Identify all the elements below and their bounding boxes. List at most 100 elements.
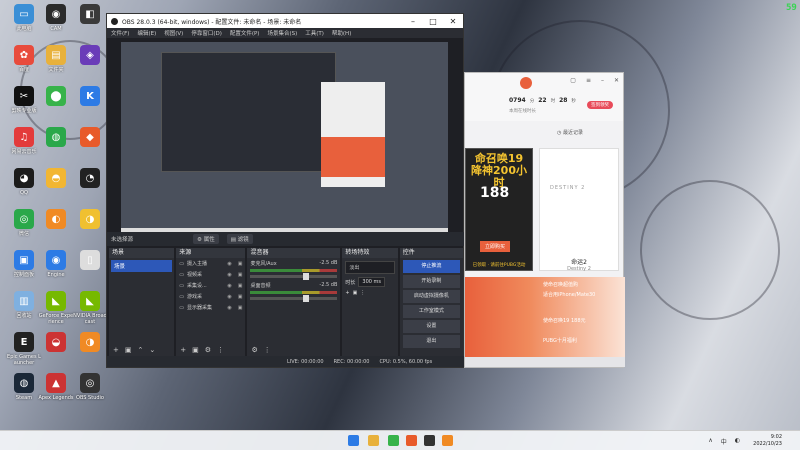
mail-icon[interactable]: ▢ [570, 77, 576, 84]
desktop-icon[interactable]: ◆ [72, 127, 108, 149]
desktop-icon[interactable]: ◍ [38, 127, 74, 149]
stop-streaming-button[interactable]: 停止推流 [402, 260, 460, 273]
preview-canvas[interactable] [121, 42, 448, 235]
visibility-icon[interactable]: ◉ [227, 272, 231, 278]
explorer-icon[interactable] [368, 435, 379, 446]
menu-icon[interactable]: ≡ [586, 77, 591, 84]
mixer-settings-button[interactable]: ⚙ [251, 346, 257, 354]
promo-banner[interactable]: 使命召唤超值购 适合用iPhone/Mate30 使命召唤19 188元 PUB… [465, 277, 625, 357]
volume-knob[interactable] [302, 295, 309, 302]
source-item[interactable]: ▭ 游戏采 ◉ ▣ [176, 291, 245, 302]
exit-button[interactable]: 退出 [402, 335, 460, 348]
desktop-icon[interactable]: ▯ [72, 250, 108, 272]
desktop-icon[interactable]: ◈ [72, 45, 108, 67]
volume-icon[interactable]: ◐ [735, 437, 740, 446]
start-recording-button[interactable]: 开始录制 [402, 275, 460, 288]
app-icon[interactable] [388, 435, 399, 446]
volume-slider[interactable] [250, 295, 338, 302]
source-settings-button[interactable]: ⚙ [205, 346, 211, 354]
menu-profile[interactable]: 配置文件(P) [230, 29, 260, 37]
gamecenter-taskbar-icon[interactable] [442, 435, 453, 446]
visibility-icon[interactable]: ◉ [227, 261, 231, 267]
menu-tools[interactable]: 工具(T) [305, 29, 324, 37]
avatar[interactable] [520, 77, 532, 89]
app-icon[interactable] [406, 435, 417, 446]
desktop-icon[interactable]: ◧ [72, 4, 108, 26]
buy-now-button[interactable]: 立即购买 [480, 241, 511, 252]
tray-chevron-icon[interactable]: ∧ [708, 437, 712, 446]
desktop-icon[interactable]: ◣ GeForce Experience [38, 291, 74, 325]
source-menu-button[interactable]: ⋮ [217, 346, 224, 354]
scene-item[interactable]: 场景 [111, 260, 173, 272]
desktop-icon[interactable]: ◍ Steam [6, 373, 42, 401]
close-button[interactable]: ✕ [443, 17, 463, 26]
game-card-cod[interactable]: 命召唤19 降神200小时 188 立即购买 已领取 · 请前往PUBG活动 [465, 148, 533, 271]
input-method[interactable]: 中 [721, 437, 727, 446]
transition-select[interactable]: 淡出 [345, 261, 395, 274]
desktop-icon[interactable]: ◎ OBS Studio [72, 373, 108, 401]
volume-knob[interactable] [302, 273, 309, 280]
move-up-button[interactable]: ⌃ [138, 346, 144, 354]
remove-scene-button[interactable]: ▣ [125, 346, 132, 354]
mixer-menu-button[interactable]: ⋮ [264, 346, 271, 354]
source-item[interactable]: ▭ 视频采 ◉ ▣ [176, 269, 245, 280]
volume-slider[interactable] [250, 273, 338, 280]
desktop-icon[interactable]: ▭ 此电脑 [6, 4, 42, 32]
minimize-button[interactable]: – [601, 77, 604, 84]
menu-file[interactable]: 文件(F) [111, 29, 129, 37]
desktop-icon[interactable]: ▣ 控制面板 [6, 250, 42, 278]
source-item[interactable]: ▭ 采集设... ◉ ▣ [176, 280, 245, 291]
game-card-destiny[interactable]: DESTINY 2 命运2 Destiny 2 [539, 148, 619, 272]
desktop-icon[interactable]: ⬤ [38, 86, 74, 108]
visibility-icon[interactable]: ◉ [227, 294, 231, 300]
desktop-icon[interactable]: ◔ [72, 168, 108, 190]
desktop-icon[interactable]: ◉ CAM [38, 4, 74, 32]
gamecenter-window[interactable]: ▢ ≡ – ✕ 0794 分 22 时 28 秒 本周在线时长 签到领奖 ◷ 最近记录… [464, 72, 625, 368]
source-item[interactable]: ▭ 摄入主播 ◉ ▣ [176, 258, 245, 269]
visibility-icon[interactable]: ◉ [227, 305, 231, 311]
desktop-icon[interactable]: ◒ [38, 332, 74, 354]
maximize-button[interactable]: □ [423, 17, 443, 26]
desktop-icon[interactable]: ▤ 文件夹 [38, 45, 74, 73]
filters-button[interactable]: ▤ 滤镜 [226, 234, 253, 244]
remove-transition-button[interactable]: ▣ [353, 290, 358, 296]
add-source-button[interactable]: + [180, 346, 186, 354]
menu-scene-collection[interactable]: 场景集合(S) [267, 29, 297, 37]
lock-icon[interactable]: ▣ [238, 294, 243, 300]
studio-mode-button[interactable]: 工作室模式 [402, 305, 460, 318]
lock-icon[interactable]: ▣ [238, 261, 243, 267]
virtual-camera-button[interactable]: 启动虚拟摄像机 [402, 290, 460, 303]
desktop-icon[interactable]: ◉ Engine [38, 250, 74, 278]
move-down-button[interactable]: ⌄ [149, 346, 155, 354]
add-scene-button[interactable]: + [113, 346, 119, 354]
menu-docks[interactable]: 停靠窗口(D) [191, 29, 222, 37]
menu-edit[interactable]: 编辑(E) [137, 29, 156, 37]
desktop-icon[interactable]: ♫ 网易云音乐 [6, 127, 42, 155]
lock-icon[interactable]: ▣ [238, 305, 243, 311]
properties-button[interactable]: ⚙ 属性 [193, 234, 219, 244]
clock[interactable]: 9:02 2022/10/23 [753, 434, 782, 448]
desktop-icon[interactable]: ✿ 百度 [6, 45, 42, 73]
desktop-icon[interactable]: ◓ [38, 168, 74, 190]
obs-titlebar[interactable]: OBS 28.0.3 (64-bit, windows) - 配置文件: 未命名… [107, 14, 463, 28]
desktop-icon[interactable]: ◎ 微信 [6, 209, 42, 237]
close-button[interactable]: ✕ [614, 77, 619, 84]
lock-icon[interactable]: ▣ [238, 283, 243, 289]
source-item[interactable]: ▭ 显示器采集 ◉ ▣ [176, 302, 245, 313]
menu-view[interactable]: 视图(V) [164, 29, 183, 37]
desktop-icon[interactable]: ✂ 剪映专业版 [6, 86, 42, 114]
visibility-icon[interactable]: ◉ [227, 283, 231, 289]
menu-help[interactable]: 帮助(H) [332, 29, 351, 37]
desktop-icon[interactable]: ▥ 回收站 [6, 291, 42, 319]
minimize-button[interactable]: – [403, 17, 423, 26]
desktop-icon[interactable]: ◕ QQ [6, 168, 42, 196]
remove-source-button[interactable]: ▣ [192, 346, 199, 354]
desktop-icon[interactable]: ◐ [38, 209, 74, 231]
lock-icon[interactable]: ▣ [238, 272, 243, 278]
settings-button[interactable]: 设置 [402, 320, 460, 333]
add-transition-button[interactable]: + [345, 290, 349, 296]
desktop-icon[interactable]: ◑ [72, 209, 108, 231]
checkin-button[interactable]: 签到领奖 [587, 101, 613, 109]
desktop-icon[interactable]: ◑ [72, 332, 108, 354]
start-icon[interactable] [348, 435, 359, 446]
